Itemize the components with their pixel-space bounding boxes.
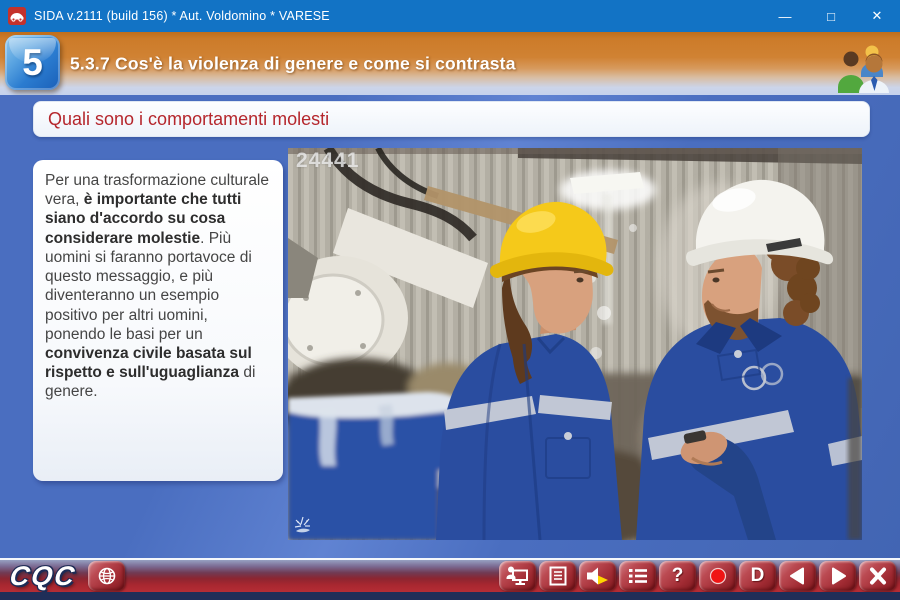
- back-button[interactable]: [779, 561, 816, 591]
- dictionary-button[interactable]: D: [739, 561, 776, 591]
- audio-button[interactable]: [579, 561, 616, 591]
- maximize-button[interactable]: □: [808, 0, 854, 32]
- speaker-icon: [586, 566, 610, 586]
- globe-icon: [96, 566, 118, 586]
- lesson-content-area: Quali sono i comportamenti molesti Per u…: [0, 95, 900, 558]
- close-window-button[interactable]: ✕: [854, 0, 900, 32]
- lesson-text-panel: Per una trasformazione culturale vera, è…: [33, 160, 283, 481]
- help-icon: ?: [672, 565, 684, 587]
- lesson-header: 5 5.3.7 Cos'è la violenza di genere e co…: [0, 32, 900, 95]
- document-icon: [548, 566, 568, 586]
- record-button[interactable]: [699, 561, 736, 591]
- people-group-icon: [836, 43, 892, 93]
- photo-id-watermark: 24441: [296, 149, 359, 173]
- chapter-number-badge: 5: [5, 35, 60, 90]
- help-button[interactable]: ?: [659, 561, 696, 591]
- dictionary-icon: D: [751, 565, 765, 587]
- bottom-edge-strip: [0, 592, 900, 600]
- lesson-title: 5.3.7 Cos'è la violenza di genere e come…: [70, 53, 516, 74]
- globe-button[interactable]: [88, 561, 125, 591]
- bottom-toolbar: CQC: [0, 558, 900, 592]
- back-icon: [787, 566, 809, 586]
- sida-car-icon: [8, 7, 26, 25]
- presentation-icon: [506, 566, 530, 586]
- photo-illustration: [288, 148, 862, 540]
- minimize-button[interactable]: —: [762, 0, 808, 32]
- forward-button[interactable]: [819, 561, 856, 591]
- section-subtitle-bar: Quali sono i comportamenti molesti: [33, 101, 870, 137]
- section-subtitle: Quali sono i comportamenti molesti: [48, 109, 329, 130]
- forward-icon: [827, 566, 849, 586]
- window-controls: — □ ✕: [762, 0, 900, 32]
- index-list-button[interactable]: [619, 561, 656, 591]
- exit-button[interactable]: [859, 561, 896, 591]
- window-title: SIDA v.2111 (build 156) * Aut. Voldomino…: [34, 9, 330, 23]
- record-icon: [707, 566, 729, 586]
- cqc-logo: CQC: [8, 561, 78, 592]
- close-icon: [867, 566, 889, 586]
- text-document-button[interactable]: [539, 561, 576, 591]
- sparkle-icon: [293, 515, 313, 535]
- presentation-button[interactable]: [499, 561, 536, 591]
- lesson-photo: 24441: [288, 148, 862, 540]
- titlebar: SIDA v.2111 (build 156) * Aut. Voldomino…: [0, 0, 900, 32]
- sida-application-window: SIDA v.2111 (build 156) * Aut. Voldomino…: [0, 0, 900, 600]
- body-text-bold: convivenza civile basata sul rispetto e …: [45, 345, 252, 381]
- list-icon: [627, 566, 649, 586]
